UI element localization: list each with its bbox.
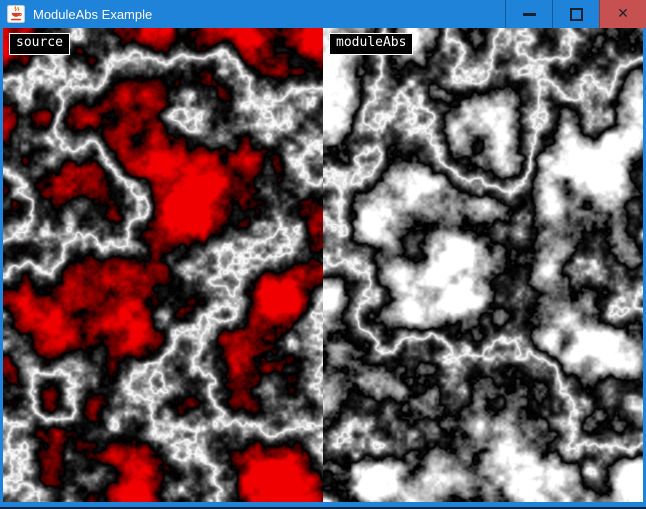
close-icon: ✕ (617, 7, 629, 21)
maximize-button[interactable] (552, 0, 599, 28)
moduleabs-label: moduleAbs (329, 33, 413, 55)
source-noise-image (3, 28, 323, 502)
close-button[interactable]: ✕ (599, 0, 646, 28)
minimize-button[interactable] (505, 0, 552, 28)
maximize-icon (570, 8, 583, 21)
window-controls: ✕ (505, 0, 646, 28)
minimize-icon (523, 13, 536, 16)
source-label: source (9, 33, 70, 55)
title-bar[interactable]: ModuleAbs Example ✕ (0, 0, 646, 28)
java-coffee-cup-icon[interactable] (7, 5, 25, 23)
moduleabs-noise-image (323, 28, 643, 502)
app-window: ModuleAbs Example ✕ source moduleAbs (0, 0, 646, 509)
client-area: source moduleAbs (3, 28, 643, 502)
moduleabs-panel: moduleAbs (323, 28, 643, 502)
window-title: ModuleAbs Example (33, 7, 152, 22)
source-panel: source (3, 28, 323, 502)
